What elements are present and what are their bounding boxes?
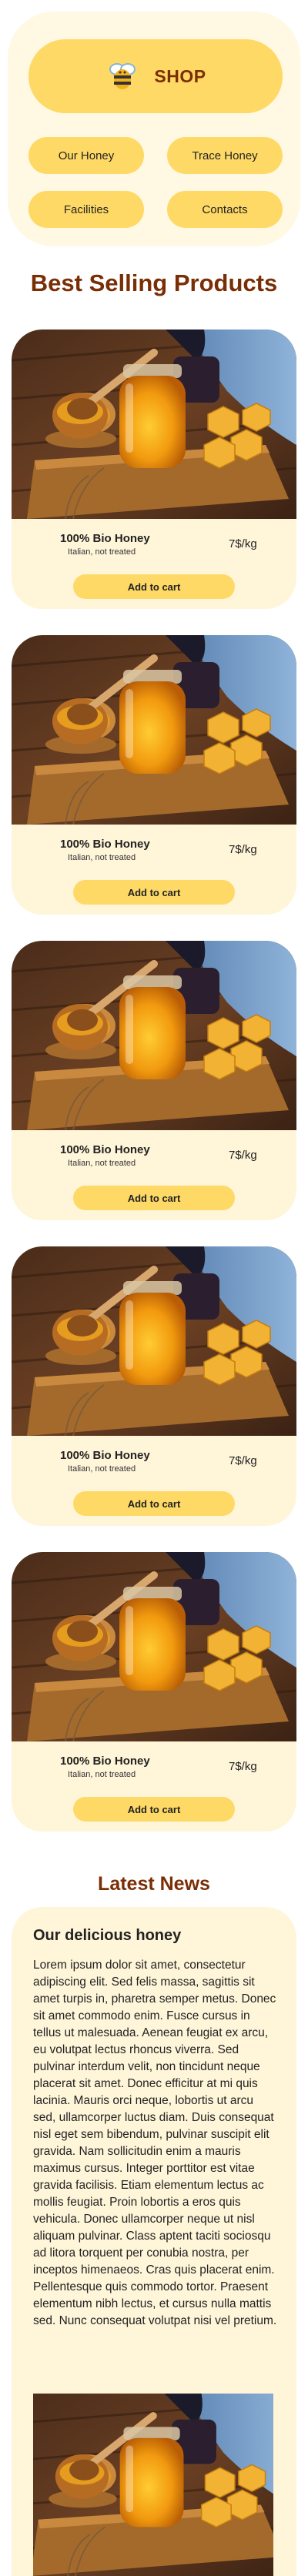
honey-jar-image	[12, 1246, 296, 1436]
shop-button[interactable]: SHOP	[28, 39, 283, 113]
product-price: 7$/kg	[229, 537, 257, 550]
add-to-cart-button[interactable]: Add to cart	[73, 1491, 235, 1516]
honey-jar-image	[12, 941, 296, 1130]
add-to-cart-button[interactable]: Add to cart	[73, 1186, 235, 1210]
add-to-cart-button[interactable]: Add to cart	[73, 1797, 235, 1822]
product-description: Italian, not treated	[68, 1464, 136, 1474]
product-price: 7$/kg	[229, 1454, 257, 1467]
nav-trace-honey[interactable]: Trace Honey	[167, 137, 283, 174]
nav-contacts[interactable]: Contacts	[167, 191, 283, 228]
bee-icon	[109, 63, 136, 89]
nav-facilities[interactable]: Facilities	[28, 191, 144, 228]
product-price: 7$/kg	[229, 1760, 257, 1773]
product-description: Italian, not treated	[68, 1770, 136, 1779]
latest-news-title: Latest News	[98, 1873, 210, 1895]
product-description: Italian, not treated	[68, 547, 136, 557]
news-honey-image	[33, 2394, 273, 2576]
product-name: 100% Bio Honey	[60, 1449, 150, 1462]
product-description: Italian, not treated	[68, 1159, 136, 1168]
add-to-cart-button[interactable]: Add to cart	[73, 880, 235, 905]
product-name: 100% Bio Honey	[60, 1755, 150, 1768]
product-name: 100% Bio Honey	[60, 838, 150, 851]
news-article-title: Our delicious honey	[33, 1927, 182, 1944]
shop-label: SHOP	[154, 65, 206, 86]
add-to-cart-button[interactable]: Add to cart	[73, 574, 235, 599]
honey-jar-image	[12, 635, 296, 825]
product-name: 100% Bio Honey	[60, 1143, 150, 1156]
news-article-body: Lorem ipsum dolor sit amet, consectetur …	[33, 1959, 277, 2327]
honey-jar-image	[12, 330, 296, 519]
honey-jar-image	[12, 1552, 296, 1741]
product-card: 100% Bio Honey Italian, not treated 7$/k…	[12, 1246, 296, 1526]
news-card: Our delicious honey Lorem ipsum dolor si…	[12, 1907, 296, 2576]
product-description: Italian, not treated	[68, 853, 136, 862]
product-card: 100% Bio Honey Italian, not treated 7$/k…	[12, 941, 296, 1220]
product-name: 100% Bio Honey	[60, 532, 150, 545]
product-card: 100% Bio Honey Italian, not treated 7$/k…	[12, 635, 296, 915]
nav-card: SHOP Our Honey Trace Honey Facilities Co…	[8, 12, 300, 246]
product-price: 7$/kg	[229, 1149, 257, 1162]
product-card: 100% Bio Honey Italian, not treated 7$/k…	[12, 330, 296, 609]
product-price: 7$/kg	[229, 843, 257, 856]
best-selling-title: Best Selling Products	[30, 269, 278, 296]
nav-our-honey[interactable]: Our Honey	[28, 137, 144, 174]
product-card: 100% Bio Honey Italian, not treated 7$/k…	[12, 1552, 296, 1832]
